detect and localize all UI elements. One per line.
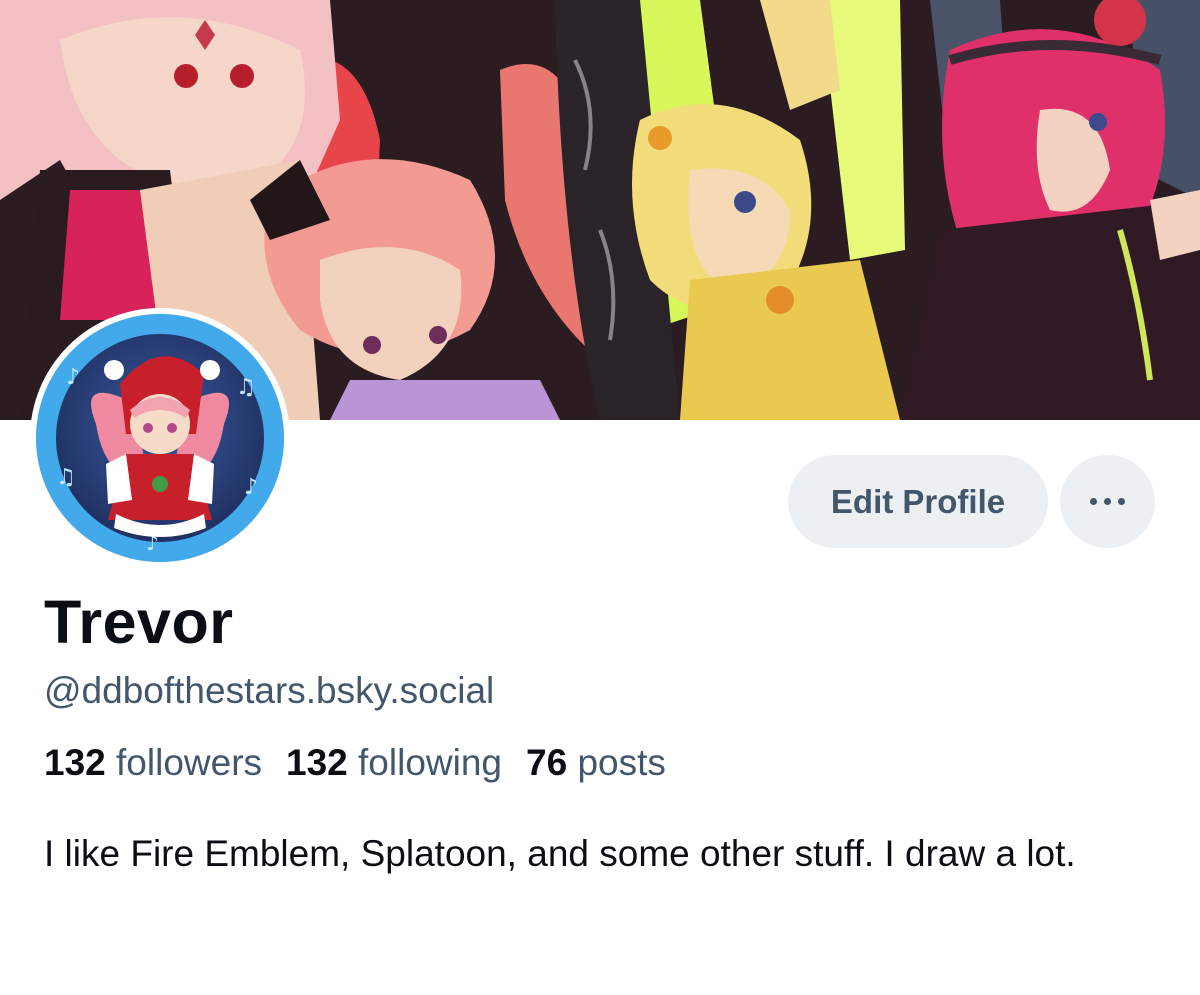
followers-count: 132 xyxy=(44,742,117,783)
profile-handle: @ddbofthestars.bsky.social xyxy=(44,670,495,711)
posts-count: 76 xyxy=(526,742,578,783)
display-name: Trevor xyxy=(44,588,234,656)
edit-profile-button[interactable]: Edit Profile xyxy=(788,455,1048,548)
following-count: 132 xyxy=(286,742,359,783)
avatar[interactable]: ♪ ♫ ♫ ♪ ♪ xyxy=(30,308,290,568)
followers-stat[interactable]: 132 followers xyxy=(44,740,262,786)
svg-text:♪: ♪ xyxy=(244,475,258,500)
svg-text:♪: ♪ xyxy=(66,365,80,390)
posts-label: posts xyxy=(577,742,666,783)
more-options-button[interactable] xyxy=(1060,455,1155,548)
following-label: following xyxy=(358,742,503,783)
profile-bio: I like Fire Emblem, Splatoon, and some o… xyxy=(44,833,1076,874)
followers-label: followers xyxy=(116,742,263,783)
avatar-image: ♪ ♫ ♫ ♪ ♪ xyxy=(36,314,284,562)
following-stat[interactable]: 132 following xyxy=(286,740,502,786)
posts-stat: 76 posts xyxy=(526,740,666,786)
profile-stats: 132 followers 132 following 76 posts xyxy=(44,740,690,786)
ellipsis-icon xyxy=(1090,498,1125,505)
svg-text:♫: ♫ xyxy=(56,465,76,490)
svg-text:♫: ♫ xyxy=(236,375,256,400)
